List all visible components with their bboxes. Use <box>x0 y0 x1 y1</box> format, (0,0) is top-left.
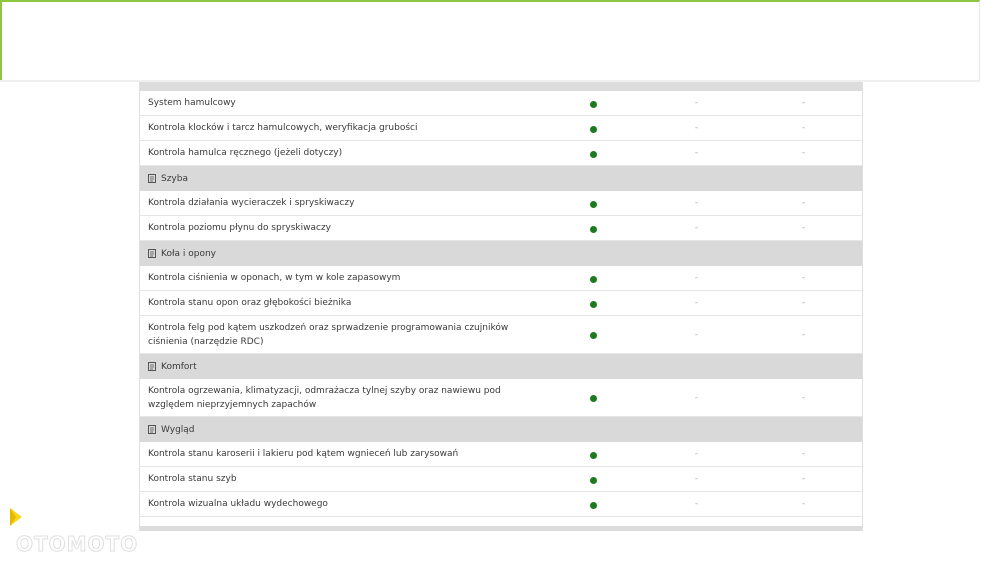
included-cell <box>543 119 643 138</box>
section-label: Komfort <box>161 361 197 372</box>
not-included-cell: - <box>801 123 806 133</box>
included-dot-icon <box>589 275 597 283</box>
not-included-cell: - <box>801 223 806 233</box>
section-label-wrap: Szyba <box>140 172 543 186</box>
not-included-cell: - <box>694 223 699 233</box>
table-row: Kontrola poziomu płynu do spryskiwaczy - - <box>140 216 862 241</box>
included-cell <box>543 144 643 163</box>
table-row: Kontrola ogrzewania, klimatyzacji, odmra… <box>140 379 862 417</box>
not-included-cell: - <box>801 449 806 459</box>
section-header: Wygląd <box>140 417 862 442</box>
included-dot-icon <box>589 395 597 402</box>
section-label: Szyba <box>161 173 188 184</box>
not-included-cell: - <box>694 329 699 340</box>
not-included-cell: - <box>694 123 699 133</box>
logo-text: OTOMOTO <box>15 532 139 557</box>
not-included-cell: - <box>801 392 806 403</box>
row-label: Kontrola ogrzewania, klimatyzacji, odmra… <box>148 385 501 410</box>
row-label: Kontrola felg pod kątem uszkodzeń oraz s… <box>148 322 509 347</box>
not-included-cell: - <box>801 298 806 308</box>
included-dot-icon <box>589 300 597 308</box>
row-label: Kontrola stanu karoserii i lakieru pod k… <box>148 449 459 459</box>
not-included-cell: - <box>801 329 806 340</box>
table-row: Kontrola stanu opon oraz głębokości bież… <box>140 291 862 316</box>
otomoto-logo: OTOMOTO <box>8 505 178 557</box>
section-header: Szyba <box>140 166 862 191</box>
row-label: Kontrola stanu opon oraz głębokości bież… <box>148 298 352 308</box>
included-cell <box>543 470 643 489</box>
not-included-cell: - <box>801 499 806 509</box>
not-included-cell: - <box>694 98 699 108</box>
table-top-bar <box>140 82 862 91</box>
not-included-cell: - <box>694 198 699 208</box>
included-dot-icon <box>589 451 597 459</box>
row-label: System hamulcowy <box>148 98 236 108</box>
not-included-cell: - <box>694 298 699 308</box>
row-label: Kontrola hamulca ręcznego (jeżeli dotycz… <box>148 148 343 158</box>
section-label: Wygląd <box>161 424 195 435</box>
not-included-cell: - <box>801 474 806 484</box>
row-label: Kontrola wizualna układu wydechowego <box>148 499 328 509</box>
row-label: Kontrola ciśnienia w oponach, w tym w ko… <box>148 273 401 283</box>
table-row: Kontrola stanu karoserii i lakieru pod k… <box>140 442 862 467</box>
not-included-cell: - <box>801 273 806 283</box>
section-label-wrap: Koła i opony <box>140 247 543 261</box>
not-included-cell: - <box>801 198 806 208</box>
included-cell <box>543 495 643 514</box>
included-cell <box>543 388 643 407</box>
not-included-cell: - <box>694 449 699 459</box>
included-dot-icon <box>589 125 597 133</box>
table-row: Kontrola działania wycieraczek i spryski… <box>140 191 862 216</box>
header-frame <box>0 0 980 80</box>
included-cell <box>543 94 643 113</box>
table-row: System hamulcowy - - <box>140 91 862 116</box>
included-dot-icon <box>589 332 597 339</box>
included-dot-icon <box>589 225 597 233</box>
inspection-table: System hamulcowy - - Kontrola klocków i tar… <box>139 82 863 531</box>
not-included-cell: - <box>694 474 699 484</box>
included-cell <box>543 445 643 464</box>
row-label: Kontrola poziomu płynu do spryskiwaczy <box>148 223 332 233</box>
row-label: Kontrola działania wycieraczek i spryski… <box>148 198 355 208</box>
table-row: Kontrola ciśnienia w oponach, w tym w ko… <box>140 266 862 291</box>
included-cell <box>543 294 643 313</box>
included-dot-icon <box>589 501 597 509</box>
included-cell <box>543 194 643 213</box>
section-label: Koła i opony <box>161 248 217 259</box>
row-label: Kontrola klocków i tarcz hamulcowych, we… <box>148 123 418 133</box>
included-dot-icon <box>589 100 597 108</box>
row-label: Kontrola stanu szyb <box>148 474 237 484</box>
included-dot-icon <box>589 150 597 158</box>
not-included-cell: - <box>801 148 806 158</box>
table-row: Kontrola stanu szyb - - <box>140 467 862 492</box>
table-bottom-bar <box>140 526 862 531</box>
header-accent-line <box>0 0 2 42</box>
table-row: Kontrola wizualna układu wydechowego - - <box>140 492 862 517</box>
table-row: Kontrola hamulca ręcznego (jeżeli dotycz… <box>140 141 862 166</box>
document-icon <box>148 249 156 258</box>
included-cell <box>543 325 643 344</box>
table-body: System hamulcowy - - Kontrola klocków i tar… <box>140 91 862 517</box>
included-dot-icon <box>589 476 597 484</box>
not-included-cell: - <box>694 392 699 403</box>
logo-mark-icon <box>10 508 22 526</box>
document-icon <box>148 425 156 434</box>
section-header: Komfort <box>140 354 862 379</box>
included-cell <box>543 269 643 288</box>
not-included-cell: - <box>694 273 699 283</box>
not-included-cell: - <box>694 499 699 509</box>
document-icon <box>148 174 156 183</box>
section-label-wrap: Wygląd <box>140 423 543 437</box>
table-row: Kontrola klocków i tarcz hamulcowych, we… <box>140 116 862 141</box>
section-label-wrap: Komfort <box>140 360 543 374</box>
section-header: Koła i opony <box>140 241 862 266</box>
not-included-cell: - <box>801 98 806 108</box>
table-row: Kontrola felg pod kątem uszkodzeń oraz s… <box>140 316 862 354</box>
included-dot-icon <box>589 200 597 208</box>
included-cell <box>543 219 643 238</box>
not-included-cell: - <box>694 148 699 158</box>
document-icon <box>148 362 156 371</box>
